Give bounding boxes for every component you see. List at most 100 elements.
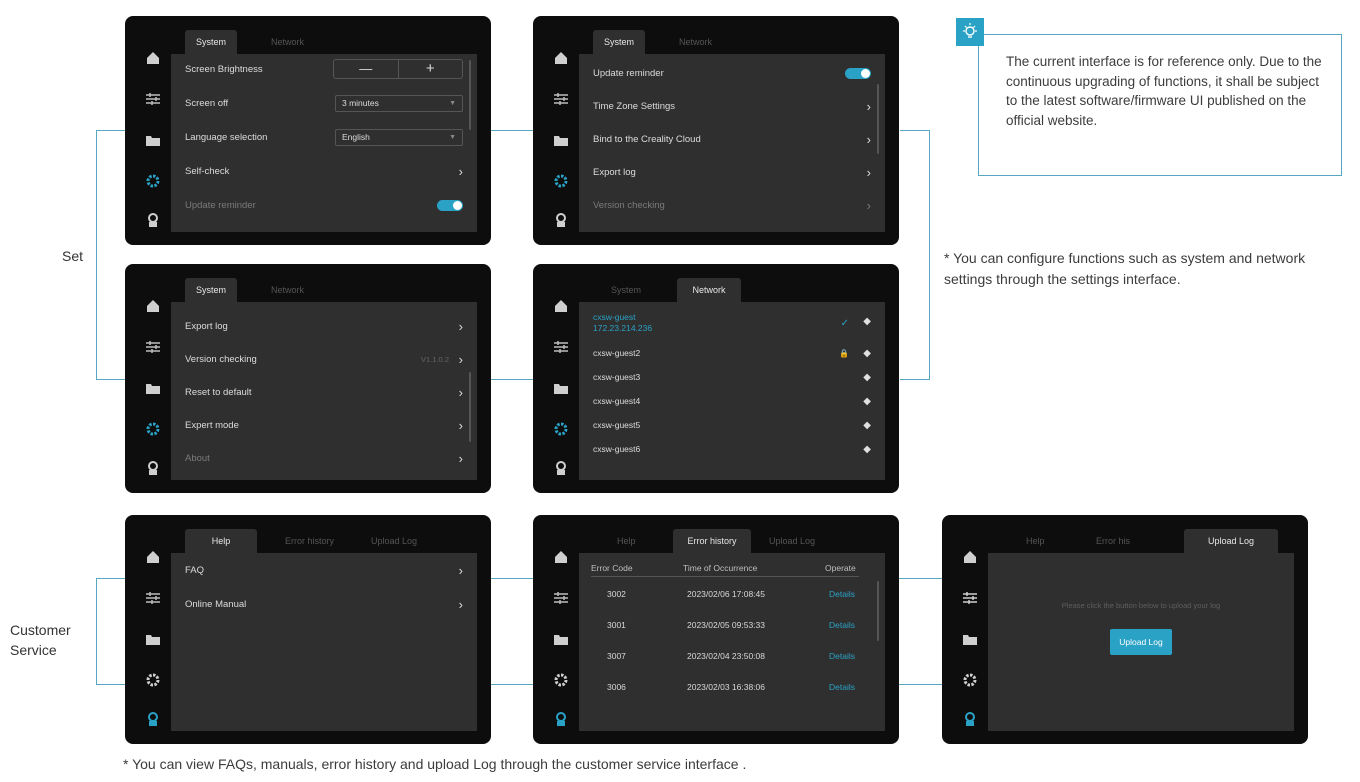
time-zone-label: Time Zone Settings xyxy=(593,100,676,112)
expert-mode-row[interactable]: Expert mode › xyxy=(185,414,463,436)
details-link[interactable]: Details xyxy=(829,651,855,661)
about-row[interactable]: About › xyxy=(185,447,463,469)
tab-help[interactable]: Help xyxy=(185,529,257,553)
folder-icon[interactable] xyxy=(144,631,162,647)
folder-icon[interactable] xyxy=(552,132,570,148)
export-log-row[interactable]: Export log › xyxy=(593,161,871,183)
network-row[interactable]: cxsw-guest5 ◆ xyxy=(593,414,871,436)
scrollbar[interactable] xyxy=(469,60,471,130)
details-link[interactable]: Details xyxy=(829,682,855,692)
connected-network-row[interactable]: cxsw-guest 172.23.214.236 ✓ ◆ xyxy=(593,312,871,338)
version-checking-row[interactable]: Version checking V1.1.0.2 › xyxy=(185,348,463,370)
settings-gear-icon[interactable] xyxy=(961,672,979,688)
header-divider xyxy=(591,576,859,577)
language-row: Language selection English ▼ xyxy=(185,126,463,148)
folder-icon[interactable] xyxy=(552,380,570,396)
wifi-icon: ◆ xyxy=(863,419,871,431)
bind-cloud-row[interactable]: Bind to the Creality Cloud › xyxy=(593,128,871,150)
time-zone-row[interactable]: Time Zone Settings › xyxy=(593,95,871,117)
details-link[interactable]: Details xyxy=(829,589,855,599)
faq-row[interactable]: FAQ › xyxy=(185,559,463,581)
home-icon[interactable] xyxy=(552,298,570,314)
settings-gear-icon[interactable] xyxy=(144,421,162,437)
version-checking-row[interactable]: Version checking › xyxy=(593,194,871,216)
cs-mid-connector-2 xyxy=(899,578,942,685)
customer-service-icon[interactable] xyxy=(552,711,570,727)
adjust-icon[interactable] xyxy=(552,91,570,107)
folder-icon[interactable] xyxy=(144,132,162,148)
folder-icon[interactable] xyxy=(961,631,979,647)
connected-ssid: cxsw-guest xyxy=(593,312,636,322)
tab-upload-log[interactable]: Upload Log xyxy=(755,529,829,553)
tab-upload-log[interactable]: Upload Log xyxy=(1184,529,1278,553)
tab-network[interactable]: Network xyxy=(665,30,726,54)
settings-gear-icon[interactable] xyxy=(144,173,162,189)
upload-log-button[interactable]: Upload Log xyxy=(1110,629,1172,655)
network-row[interactable]: cxsw-guest2 🔒 ◆ xyxy=(593,342,871,364)
network-row[interactable]: cxsw-guest6 ◆ xyxy=(593,438,871,460)
tab-error-history[interactable]: Error history xyxy=(271,529,348,553)
scrollbar[interactable] xyxy=(877,84,879,154)
customer-service-icon[interactable] xyxy=(144,212,162,228)
tab-error-history[interactable]: Error his xyxy=(1082,529,1144,553)
home-icon[interactable] xyxy=(144,549,162,565)
scrollbar[interactable] xyxy=(469,372,471,442)
customer-service-icon[interactable] xyxy=(144,711,162,727)
home-icon[interactable] xyxy=(144,50,162,66)
home-icon[interactable] xyxy=(961,549,979,565)
tab-system[interactable]: System xyxy=(185,278,237,302)
update-reminder-toggle[interactable] xyxy=(845,67,871,79)
about-label: About xyxy=(185,452,210,464)
network-row[interactable]: cxsw-guest3 ◆ xyxy=(593,366,871,388)
tab-system[interactable]: System xyxy=(597,278,655,302)
home-icon[interactable] xyxy=(552,549,570,565)
details-link[interactable]: Details xyxy=(829,620,855,630)
tab-upload-log[interactable]: Upload Log xyxy=(357,529,431,553)
adjust-icon[interactable] xyxy=(961,590,979,606)
scrollbar[interactable] xyxy=(877,581,879,641)
adjust-icon[interactable] xyxy=(144,91,162,107)
reset-default-row[interactable]: Reset to default › xyxy=(185,381,463,403)
customer-service-icon[interactable] xyxy=(961,711,979,727)
tab-system[interactable]: System xyxy=(185,30,237,54)
update-reminder-toggle[interactable] xyxy=(437,199,463,211)
tab-bar: Help Error history Upload Log xyxy=(579,527,885,553)
tab-error-history[interactable]: Error history xyxy=(673,529,751,553)
error-code: 3006 xyxy=(607,682,626,692)
online-manual-row[interactable]: Online Manual › xyxy=(185,593,463,615)
settings-gear-icon[interactable] xyxy=(552,421,570,437)
folder-icon[interactable] xyxy=(552,631,570,647)
screen-off-select[interactable]: 3 minutes ▼ xyxy=(335,94,463,112)
network-name: cxsw-guest3 xyxy=(593,372,641,382)
language-select[interactable]: English ▼ xyxy=(335,128,463,146)
brightness-minus-button[interactable]: — xyxy=(334,60,399,78)
tab-system[interactable]: System xyxy=(593,30,645,54)
adjust-icon[interactable] xyxy=(144,590,162,606)
network-row[interactable]: cxsw-guest4 ◆ xyxy=(593,390,871,412)
adjust-icon[interactable] xyxy=(552,590,570,606)
home-icon[interactable] xyxy=(144,298,162,314)
tab-bar: System Network xyxy=(579,276,885,302)
customer-service-icon[interactable] xyxy=(552,212,570,228)
home-icon[interactable] xyxy=(552,50,570,66)
self-check-row[interactable]: Self-check › xyxy=(185,160,463,182)
tab-help[interactable]: Help xyxy=(603,529,650,553)
adjust-icon[interactable] xyxy=(144,339,162,355)
brightness-plus-button[interactable]: + xyxy=(399,60,463,78)
customer-service-icon[interactable] xyxy=(144,460,162,476)
folder-icon[interactable] xyxy=(144,380,162,396)
wifi-icon: ◆ xyxy=(863,395,871,407)
customer-service-icon[interactable] xyxy=(552,460,570,476)
tab-network[interactable]: Network xyxy=(257,30,318,54)
settings-gear-icon[interactable] xyxy=(552,173,570,189)
tab-network[interactable]: Network xyxy=(257,278,318,302)
chevron-right-icon: › xyxy=(458,417,463,433)
settings-gear-icon[interactable] xyxy=(552,672,570,688)
settings-gear-icon[interactable] xyxy=(144,672,162,688)
customer-service-label-line2: Service xyxy=(10,642,57,658)
export-log-row[interactable]: Export log › xyxy=(185,315,463,337)
tab-help[interactable]: Help xyxy=(1012,529,1059,553)
adjust-icon[interactable] xyxy=(552,339,570,355)
tab-network[interactable]: Network xyxy=(677,278,741,302)
brightness-stepper: — + xyxy=(333,59,463,79)
